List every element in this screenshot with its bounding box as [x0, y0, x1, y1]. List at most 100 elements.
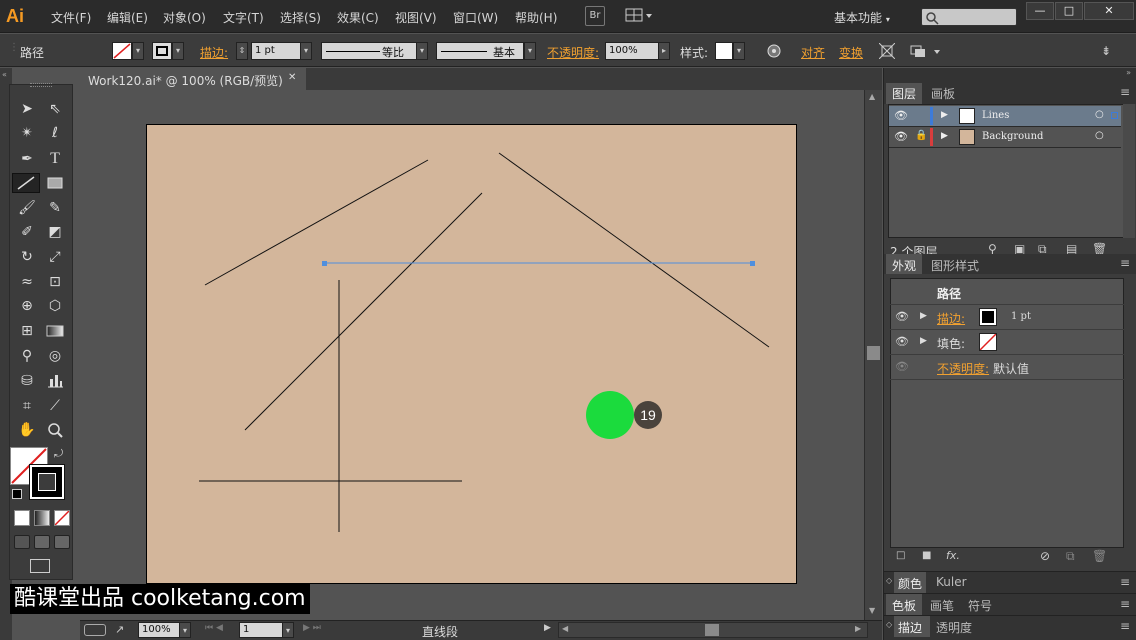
gradient-tool-icon[interactable]: [44, 321, 66, 341]
tab-transparency[interactable]: 透明度: [936, 619, 972, 636]
fill-dropdown[interactable]: ▾: [132, 42, 144, 60]
selection-tool-icon[interactable]: ➤: [16, 99, 38, 119]
zoom-tool-icon[interactable]: [44, 420, 66, 440]
none-mode-icon[interactable]: [54, 510, 70, 526]
gpu-icon[interactable]: [84, 624, 106, 636]
color-mode-icon[interactable]: [14, 510, 30, 526]
isolate-icon[interactable]: [878, 42, 896, 62]
duplicate-item-icon[interactable]: ⧉: [1066, 549, 1075, 564]
visibility-eye-icon[interactable]: 👁: [894, 109, 908, 122]
clear-appearance-icon[interactable]: ⊘: [1040, 549, 1050, 563]
slice-tool-icon[interactable]: ⟋: [44, 396, 66, 416]
line-path[interactable]: [498, 152, 770, 348]
menu-edit[interactable]: 编辑(E): [107, 9, 148, 26]
vertical-scrollbar[interactable]: ▲ ▼: [864, 90, 882, 620]
arrange-documents-icon[interactable]: [624, 6, 654, 26]
opacity-label-link[interactable]: 不透明度:: [937, 360, 989, 377]
close-tab-icon[interactable]: ✕: [288, 72, 296, 83]
tab-stroke[interactable]: 描边: [898, 619, 922, 636]
first-page-icon[interactable]: ⏮ ◀: [205, 623, 223, 633]
tab-graphic-styles[interactable]: 图形样式: [931, 257, 979, 274]
stroke-stepper[interactable]: ⇕: [236, 42, 248, 60]
blend-tool-icon[interactable]: ◎: [44, 346, 66, 366]
style-dropdown[interactable]: ▾: [733, 42, 745, 60]
collapse-arrow-icon[interactable]: «: [0, 68, 12, 81]
menu-window[interactable]: 窗口(W): [453, 9, 498, 26]
appearance-opacity-row[interactable]: 👁 不透明度: 默认值: [890, 355, 1124, 380]
scroll-thumb[interactable]: [867, 346, 880, 360]
color-menu-icon[interactable]: ≡: [1120, 575, 1130, 589]
layer-row-background[interactable]: 👁 🔒 ▶ Background ○: [889, 127, 1121, 148]
brush-definition[interactable]: 基本: [436, 42, 524, 60]
stroke-swatch[interactable]: [152, 42, 172, 60]
blob-brush-tool-icon[interactable]: ✐: [16, 222, 38, 242]
menu-select[interactable]: 选择(S): [280, 9, 321, 26]
add-fill-icon[interactable]: ■: [922, 550, 931, 561]
horizontal-scrollbar[interactable]: ◀ ▶: [558, 622, 868, 638]
selection-square-icon[interactable]: [1111, 112, 1118, 119]
expand-arrow-icon[interactable]: ▶: [920, 336, 927, 346]
recolor-artwork-icon[interactable]: [766, 43, 782, 62]
gradient-mode-icon[interactable]: [34, 510, 50, 526]
tab-brushes[interactable]: 画笔: [930, 597, 954, 614]
tab-appearance[interactable]: 外观: [892, 257, 916, 274]
menu-help[interactable]: 帮助(H): [515, 9, 557, 26]
draw-inside-icon[interactable]: [54, 535, 70, 549]
stroke-dropdown[interactable]: ▾: [172, 42, 184, 60]
visibility-eye-icon[interactable]: 👁: [895, 360, 909, 373]
transform-link[interactable]: 变换: [839, 44, 863, 61]
target-circle-icon[interactable]: ○: [1095, 109, 1104, 120]
line-segment-tool-icon[interactable]: [12, 173, 40, 193]
appearance-stroke-row[interactable]: 👁 ▶ 描边: 1 pt: [890, 305, 1124, 330]
swatches-menu-icon[interactable]: ≡: [1120, 597, 1130, 611]
stroke-label-link[interactable]: 描边:: [937, 310, 965, 327]
page-dropdown[interactable]: ▾: [282, 622, 294, 638]
magic-wand-tool-icon[interactable]: ✴: [16, 123, 38, 143]
hscroll-thumb[interactable]: [705, 624, 719, 636]
visibility-eye-icon[interactable]: 👁: [895, 310, 909, 323]
tab-swatches[interactable]: 色板: [892, 597, 916, 614]
bridge-button[interactable]: Br: [585, 6, 605, 26]
share-icon[interactable]: ↗: [115, 623, 124, 636]
artboard[interactable]: 19: [146, 124, 797, 584]
visibility-eye-icon[interactable]: 👁: [895, 335, 909, 348]
draw-normal-icon[interactable]: [14, 535, 30, 549]
menu-object[interactable]: 对象(O): [163, 9, 206, 26]
menu-view[interactable]: 视图(V): [395, 9, 437, 26]
brush-dropdown[interactable]: ▾: [524, 42, 536, 60]
stroke-swatch[interactable]: [979, 308, 997, 326]
appearance-fill-row[interactable]: 👁 ▶ 填色:: [890, 330, 1124, 355]
artboard-tool-icon[interactable]: ⌗: [16, 396, 38, 416]
artwork[interactable]: 19: [147, 125, 798, 585]
anchor-point[interactable]: [322, 261, 327, 266]
stroke-color-box[interactable]: [29, 464, 65, 500]
hand-tool-icon[interactable]: ✋: [16, 420, 38, 440]
tab-color[interactable]: 颜色: [898, 575, 922, 592]
stroke-label[interactable]: 描边:: [200, 44, 228, 61]
eraser-tool-icon[interactable]: ◩: [44, 222, 66, 242]
pen-tool-icon[interactable]: ✒: [16, 149, 38, 169]
zoom-dropdown[interactable]: ▾: [179, 622, 191, 638]
menu-effect[interactable]: 效果(C): [337, 9, 379, 26]
fill-none-swatch[interactable]: [112, 42, 132, 60]
column-graph-tool-icon[interactable]: [44, 371, 66, 391]
lasso-tool-icon[interactable]: ℓ: [44, 123, 66, 143]
fill-none-swatch[interactable]: [979, 333, 997, 351]
opacity-field[interactable]: 100%: [605, 42, 659, 60]
layer-name[interactable]: Lines: [982, 110, 1009, 121]
appearance-menu-icon[interactable]: ≡: [1120, 256, 1130, 270]
control-menu-icon[interactable]: ⇟: [1101, 44, 1111, 58]
profile-dropdown[interactable]: ▾: [416, 42, 428, 60]
tab-symbols[interactable]: 符号: [968, 597, 992, 614]
search-input[interactable]: [921, 8, 1017, 26]
delete-item-icon[interactable]: 🗑: [1092, 549, 1107, 563]
fx-icon[interactable]: fx.: [946, 549, 960, 562]
scale-tool-icon[interactable]: ⤢: [44, 247, 66, 267]
paintbrush-tool-icon[interactable]: 🖌: [16, 198, 38, 218]
shape-builder-tool-icon[interactable]: ⊕: [16, 296, 38, 316]
perspective-grid-tool-icon[interactable]: ⬡: [44, 296, 66, 316]
status-menu-arrow[interactable]: ▶: [544, 623, 551, 633]
maximize-button[interactable]: □: [1055, 2, 1083, 20]
expand-arrow-icon[interactable]: ▶: [920, 311, 927, 321]
graphic-style-swatch[interactable]: [715, 42, 733, 60]
